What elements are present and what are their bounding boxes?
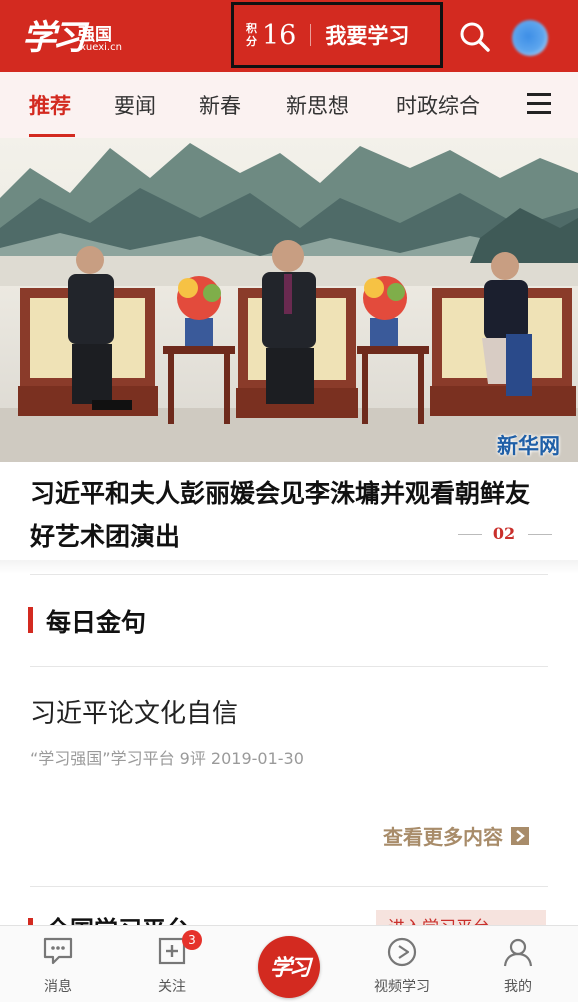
carousel-page-number: 02: [492, 524, 516, 543]
hero-image[interactable]: 新华网: [0, 138, 578, 462]
nav-video[interactable]: 视频学习: [352, 926, 452, 1002]
profile-icon: [503, 938, 533, 967]
active-tab-indicator: [29, 134, 75, 137]
tab-recommend[interactable]: 推荐: [29, 90, 71, 120]
divider: [30, 574, 548, 575]
view-more-link[interactable]: 查看更多内容: [383, 821, 529, 850]
section-title: 每日金句: [46, 608, 147, 637]
video-play-icon: [387, 937, 417, 967]
article-title[interactable]: 习近平论文化自信: [30, 693, 238, 730]
nav-follow[interactable]: 3 关注: [122, 926, 222, 1002]
nav-label: 关注: [158, 979, 186, 995]
search-icon[interactable]: [458, 20, 492, 54]
nav-label: 视频学习: [374, 979, 430, 995]
hamburger-menu-icon[interactable]: [527, 93, 551, 117]
score-value: 16: [262, 19, 297, 51]
nav-label: 我的: [504, 979, 532, 995]
chevron-right-icon: [511, 826, 529, 845]
user-avatar[interactable]: [512, 20, 548, 56]
article-meta: “学习强国”学习平台 9评 2019-01-30: [30, 749, 304, 768]
score-panel[interactable]: 积分 16 我要学习: [231, 2, 443, 68]
study-center-button[interactable]: 学习: [258, 936, 320, 998]
hero-photo: [0, 138, 578, 462]
logo-script: 学习: [22, 18, 86, 58]
message-icon: [43, 937, 73, 965]
section-marker: [28, 607, 33, 633]
channel-tabs: 推荐 要闻 新春 新思想 时政综合: [0, 72, 578, 139]
tab-news[interactable]: 要闻: [114, 90, 156, 120]
divider: [30, 886, 548, 887]
top-header: 学习 强国 xuexi.cn 积分 16 我要学习: [0, 0, 578, 72]
tab-new-thought[interactable]: 新思想: [286, 90, 349, 120]
carousel-pager: 02: [458, 524, 554, 544]
divider: [30, 666, 548, 667]
study-center-icon: 学习: [269, 955, 311, 981]
nav-profile[interactable]: 我的: [468, 926, 568, 1002]
study-button[interactable]: 我要学习: [325, 20, 409, 50]
score-divider: [310, 24, 312, 46]
app-screen: 学习 强国 xuexi.cn 积分 16 我要学习 推荐 要闻 新春 新思想 时…: [0, 0, 578, 1002]
section-shadow: [0, 560, 578, 574]
logo-domain: xuexi.cn: [80, 42, 122, 53]
app-logo[interactable]: 学习 强国 xuexi.cn: [22, 8, 132, 64]
headline-title[interactable]: 习近平和夫人彭丽媛会见李洙墉并观看朝鲜友好艺术团演出: [30, 472, 540, 558]
score-label: 积分: [246, 22, 257, 48]
bottom-nav: 消息 3 关注 学习 视频学习 我的: [0, 925, 578, 1002]
hero-watermark: 新华网: [497, 434, 560, 458]
tab-spring[interactable]: 新春: [199, 90, 241, 120]
tab-politics[interactable]: 时政综合: [396, 90, 480, 120]
notification-badge: 3: [182, 930, 202, 950]
nav-messages[interactable]: 消息: [8, 926, 108, 1002]
view-more-label: 查看更多内容: [383, 825, 503, 849]
nav-label: 消息: [44, 979, 72, 995]
